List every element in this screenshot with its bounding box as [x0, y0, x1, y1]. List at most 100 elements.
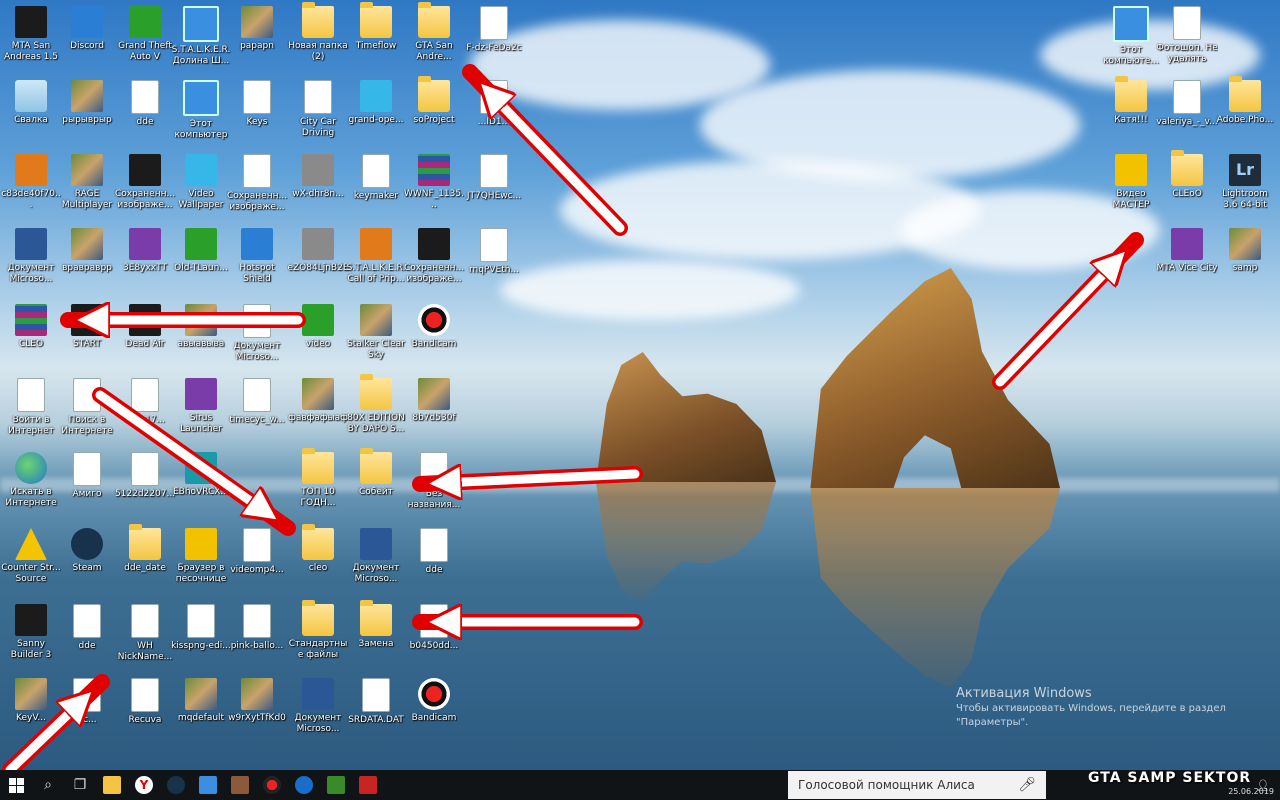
desktop-icon[interactable]: Adobe.Pho... [1214, 76, 1276, 126]
desktop-icon[interactable]: ...ID1... [463, 80, 525, 128]
desktop-icon[interactable]: Keys [226, 80, 288, 128]
desktop-icon[interactable]: b0450dd... [403, 604, 465, 652]
desktop-icon[interactable]: valeriya_-_v... [1156, 80, 1218, 128]
desktop-icon[interactable]: Новая папка (2) [287, 2, 349, 63]
desktop-icon[interactable]: CLEO [0, 304, 62, 350]
desktop-icon[interactable]: Video Wallpaper [170, 154, 232, 211]
desktop-icon[interactable]: Bandicam [403, 304, 465, 350]
desktop-icon[interactable]: Собейт [345, 448, 407, 498]
taskbar-app[interactable] [224, 770, 256, 800]
desktop-icon[interactable]: Stalker Clear Sky [345, 304, 407, 361]
desktop-icon[interactable]: MTA Vice City [1156, 228, 1218, 274]
desktop-icon[interactable]: авыавыва [170, 304, 232, 350]
taskbar-edge[interactable] [288, 770, 320, 800]
desktop-icon[interactable]: timecyc_w... [226, 378, 288, 426]
desktop-icon[interactable]: Сохраненн... изображе... [114, 154, 176, 211]
taskbar-bandicam[interactable] [256, 770, 288, 800]
desktop-icon[interactable]: Документ Microso... [0, 228, 62, 285]
desktop-icon[interactable]: Сохраненн... изображе... [226, 154, 288, 213]
desktop-icon[interactable]: pink-ballo... [226, 604, 288, 652]
desktop-icon[interactable]: WH NickName... [114, 604, 176, 663]
desktop-icon[interactable]: Old-TLaun... [170, 228, 232, 274]
desktop-icon[interactable]: grand-ope... [345, 80, 407, 126]
desktop-icon[interactable]: Катя!!! [1100, 76, 1162, 126]
desktop-icon[interactable]: dde [56, 604, 118, 652]
desktop-icon[interactable]: City Car Driving [287, 80, 349, 139]
desktop-icon[interactable]: eZO84LjnB2E [287, 228, 349, 274]
desktop-icon[interactable]: mqdefault [170, 678, 232, 724]
desktop-icon[interactable]: Этот компьютер [170, 80, 232, 141]
desktop-icon[interactable]: Hotspot Shield [226, 228, 288, 285]
desktop-icon[interactable]: Discord [56, 6, 118, 52]
desktop-icon[interactable]: dde [403, 528, 465, 576]
taskbar-game[interactable] [320, 770, 352, 800]
desktop-icon[interactable]: keymaker [345, 154, 407, 202]
desktop-icon[interactable]: Этот компьюте... [1100, 6, 1162, 67]
taskbar-explorer[interactable] [96, 770, 128, 800]
desktop-icon[interactable]: Стандартные файлы [287, 600, 349, 661]
desktop-icon[interactable]: soProject [403, 76, 465, 126]
desktop-icon[interactable]: SRDATA.DAT [345, 678, 407, 726]
desktop-icon[interactable]: Видео МАСТЕР [1100, 154, 1162, 211]
start-button[interactable] [0, 770, 32, 800]
desktop-icon[interactable]: 5122d2207... [114, 452, 176, 500]
desktop-icon[interactable]: Без названия... [403, 452, 465, 511]
taskbar-filezilla[interactable] [352, 770, 384, 800]
desktop-icon[interactable]: Sanny Builder 3 [0, 604, 62, 661]
desktop-icon[interactable]: 3E8yxxTT [114, 228, 176, 274]
desktop-icon[interactable]: Амиго [56, 452, 118, 500]
desktop-icon[interactable]: START [56, 304, 118, 350]
desktop-icon[interactable]: фавфафыаф [287, 378, 349, 424]
desktop-icon[interactable]: Counter Str... Source [0, 528, 62, 585]
desktop-icon[interactable]: Документ Microso... [287, 678, 349, 735]
clock-date[interactable]: 25.06.2019 [1228, 787, 1274, 796]
desktop-icon[interactable]: ТОП 10 ГОДН... [287, 448, 349, 509]
desktop-icon[interactable]: F-dz-FeDa2c [463, 6, 525, 54]
desktop-icon[interactable]: MTA San Andreas 1.5 [0, 6, 62, 63]
desktop-icon[interactable]: Свалка [0, 80, 62, 126]
desktop-icon[interactable]: Sirus Launcher [170, 378, 232, 435]
taskbar-yandex[interactable]: Y [128, 770, 160, 800]
desktop-icon[interactable]: EBhoVRCX... [170, 452, 232, 498]
search-button[interactable]: ⌕ [32, 770, 64, 800]
desktop-icon[interactable]: videomp4... [226, 528, 288, 576]
desktop-icon[interactable]: Recuva [114, 678, 176, 726]
taskbar-steam[interactable] [160, 770, 192, 800]
desktop-icon[interactable]: Bandicam [403, 678, 465, 724]
desktop-icon[interactable]: Grand Theft Auto V [114, 6, 176, 63]
desktop-icon[interactable]: Dead Air [114, 304, 176, 350]
desktop-icon[interactable]: Браузер в песочнице [170, 528, 232, 585]
desktop-icon[interactable]: JT7QHEwc... [463, 154, 525, 202]
desktop-icon[interactable]: Фотошоп. Не удалять [1156, 6, 1218, 65]
desktop-icon[interactable]: Документ Microso... [226, 304, 288, 363]
desktop-icon[interactable]: wX-dhr8n... [287, 154, 349, 200]
desktop-icon[interactable]: dde_date [114, 524, 176, 574]
desktop-icon[interactable]: S.T.A.L.K.E.R. Долина Ш... [170, 6, 232, 67]
desktop-icon[interactable]: GTA San Andre... [403, 2, 465, 63]
desktop-icon[interactable]: papapn [226, 6, 288, 52]
desktop-icon[interactable]: KeyV... [0, 678, 62, 724]
desktop-icon[interactable]: Поиск в Интернете [56, 378, 118, 437]
desktop-icon[interactable]: Lr Lightroom 3.6 64-bit [1214, 154, 1276, 211]
desktop-icon[interactable]: Документ Microso... [345, 528, 407, 585]
desktop-icon[interactable]: c83de40f70... [0, 154, 62, 211]
desktop-icon[interactable]: w9rXytTfKd0 [226, 678, 288, 724]
desktop-icon[interactable]: Sh...17... [114, 378, 176, 426]
microphone-icon[interactable]: 🎤︎ [1018, 777, 1036, 793]
desktop-icon[interactable]: CLEoO [1156, 150, 1218, 200]
desktop-icon[interactable]: рырыврыр [56, 80, 118, 126]
desktop-icon[interactable]: S.T.A.L.K.E.R. Call of Prip... [345, 228, 407, 285]
desktop-icon[interactable]: WWNF_1135... [403, 154, 465, 211]
desktop-icon[interactable]: Искать в Интернете [0, 452, 62, 509]
desktop-icon[interactable]: samp [1214, 228, 1276, 274]
desktop-icon[interactable]: cleo [287, 524, 349, 574]
desktop-icon[interactable]: kisspng-edi... [170, 604, 232, 652]
task-view-button[interactable]: ❐ [64, 770, 96, 800]
taskbar-store[interactable] [192, 770, 224, 800]
alice-search-box[interactable]: Голосовой помощник Алиса 🎤︎ [788, 771, 1046, 799]
desktop-icon[interactable]: вравраврр [56, 228, 118, 274]
desktop-icon[interactable]: dde [114, 80, 176, 128]
desktop-icon[interactable]: RAGE Multiplayer [56, 154, 118, 211]
desktop-icon[interactable]: 8b7d530f [403, 378, 465, 424]
desktop-icon[interactable]: Сохраненн... изображе... [403, 228, 465, 285]
